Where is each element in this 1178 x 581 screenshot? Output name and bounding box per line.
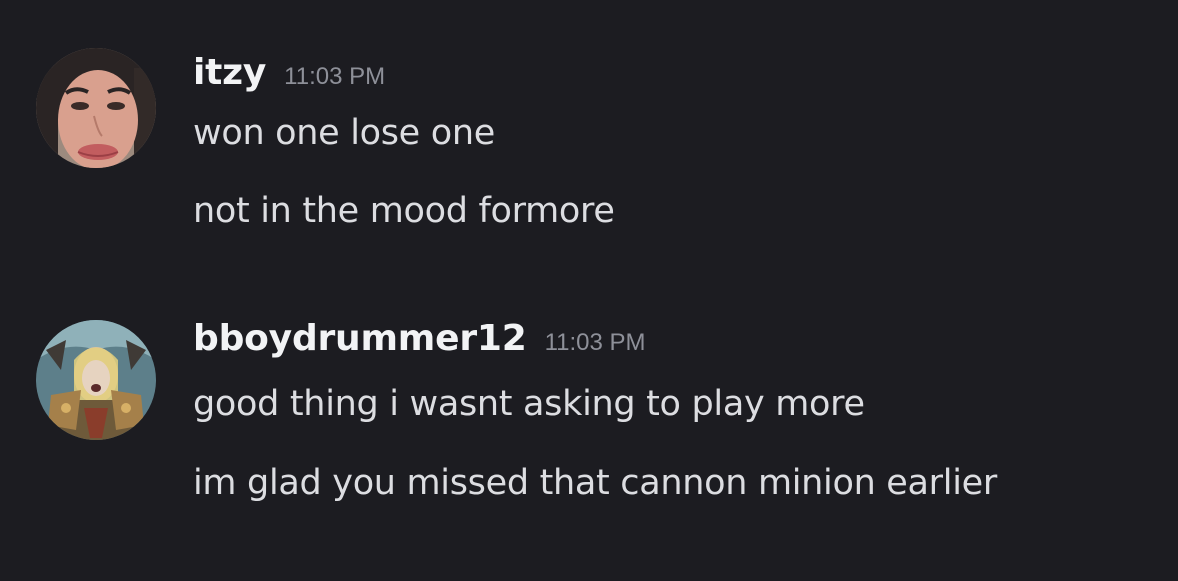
username[interactable]: itzy bbox=[193, 52, 266, 93]
user-avatar-bboydrummer12[interactable] bbox=[36, 320, 156, 440]
message-text: good thing i wasnt asking to play more bbox=[193, 384, 865, 424]
timestamp[interactable]: 11:03 PM bbox=[284, 63, 385, 90]
message-header: bboydrummer12 11:03 PM bbox=[193, 318, 646, 359]
username[interactable]: bboydrummer12 bbox=[193, 318, 527, 359]
timestamp[interactable]: 11:03 PM bbox=[545, 329, 646, 356]
message-text: im glad you missed that cannon minion ea… bbox=[193, 463, 997, 503]
message-header: itzy 11:03 PM bbox=[193, 52, 385, 93]
user-avatar-itzy[interactable] bbox=[36, 48, 156, 168]
message-text: not in the mood formore bbox=[193, 191, 615, 231]
message-text: won one lose one bbox=[193, 113, 495, 153]
